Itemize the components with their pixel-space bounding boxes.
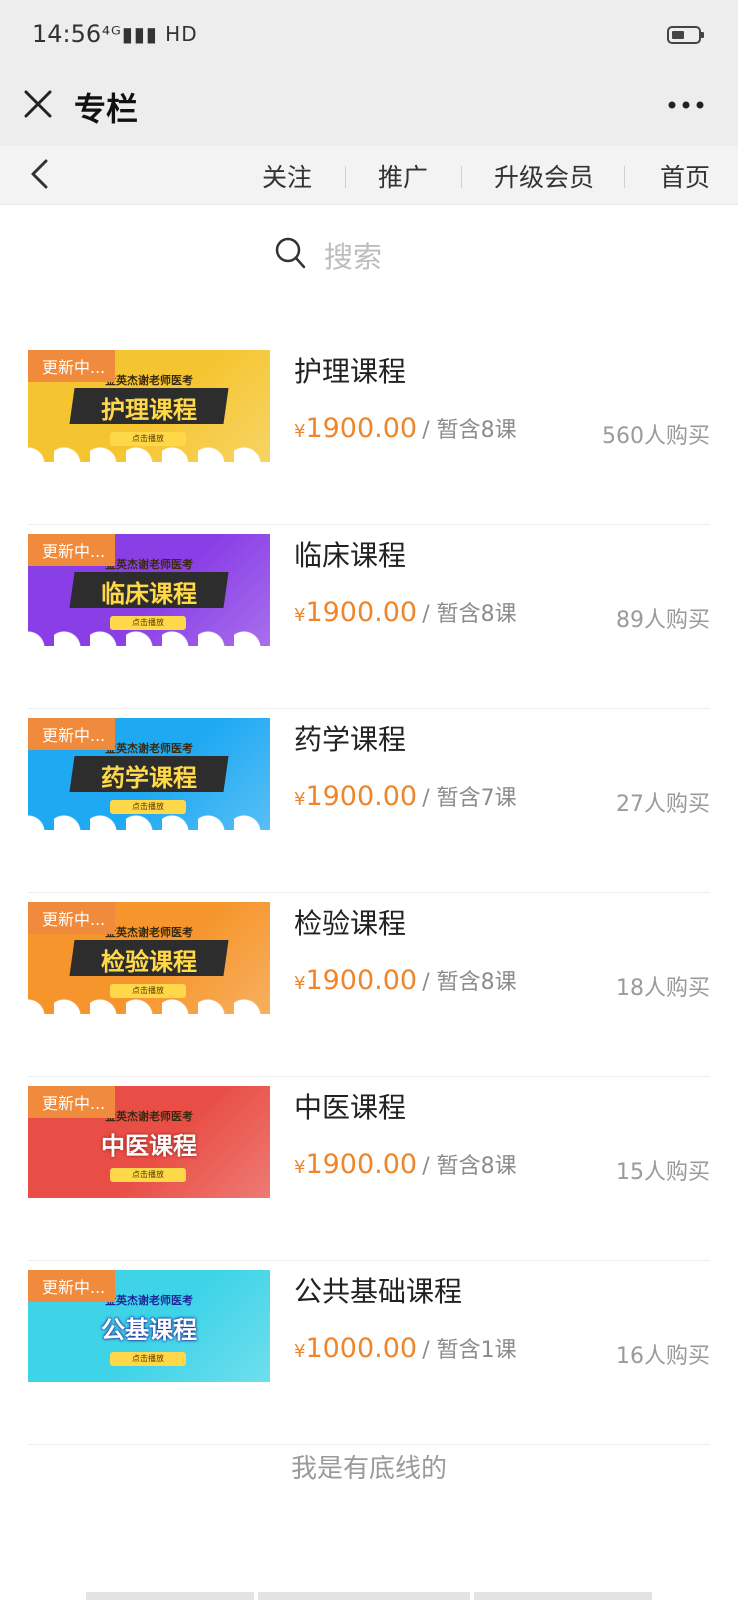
close-icon[interactable] — [22, 88, 54, 120]
buyer-count: 18人购买 — [616, 976, 710, 1001]
thumbnail-title: 公基课程 — [101, 1315, 197, 1344]
buyer-count: 27人购买 — [616, 792, 710, 817]
thumbnail-play-label: 点击播放 — [110, 432, 186, 446]
price-value: 1900.00 — [305, 965, 418, 996]
course-thumbnail: 更新中... 金英杰谢老师医考 护理课程 点击播放 — [28, 350, 270, 462]
thumbnail-play-label: 点击播放 — [110, 800, 186, 814]
search-placeholder: 搜索 — [324, 240, 383, 274]
course-thumbnail: 更新中... 金英杰谢老师医考 中医课程 点击播放 — [28, 1086, 270, 1198]
buyer-count: 560人购买 — [602, 424, 710, 449]
price-value: 1000.00 — [305, 1333, 418, 1364]
updating-tag: 更新中... — [28, 534, 116, 566]
price-currency: ¥ — [294, 973, 306, 994]
course-thumbnail: 更新中... 金英杰谢老师医考 临床课程 点击播放 — [28, 534, 270, 646]
lesson-count: / 暂含8课 — [422, 602, 517, 627]
search-icon — [275, 237, 306, 269]
thumbnail-title: 药学课程 — [101, 763, 197, 792]
price-line: ¥1000.00 / 暂含1课 — [294, 1332, 517, 1364]
lesson-count: / 暂含8课 — [422, 1154, 517, 1179]
nav-follow[interactable]: 关注 — [262, 158, 312, 194]
course-name: 公共基础课程 — [294, 1275, 463, 1308]
price-value: 1900.00 — [305, 1149, 418, 1180]
updating-tag: 更新中... — [28, 1086, 116, 1118]
nav-divider — [461, 166, 462, 188]
course-item[interactable]: 更新中... 金英杰谢老师医考 公基课程 点击播放 公共基础课程 ¥1000.0… — [28, 1260, 710, 1445]
updating-tag: 更新中... — [28, 350, 116, 382]
nav-bar: 关注 推广 升级会员 首页 — [0, 146, 738, 205]
course-thumbnail: 更新中... 金英杰谢老师医考 检验课程 点击播放 — [28, 902, 270, 1014]
thumbnail-title: 中医课程 — [101, 1131, 197, 1160]
price-line: ¥1900.00 / 暂含8课 — [294, 964, 517, 996]
status-bar: 14:56 ⁴ᴳ▮▮▮ HD — [0, 0, 738, 72]
course-thumbnail: 更新中... 金英杰谢老师医考 药学课程 点击播放 — [28, 718, 270, 830]
nav-home[interactable]: 首页 — [660, 158, 710, 194]
lesson-count: / 暂含7课 — [422, 786, 517, 811]
course-name: 检验课程 — [294, 907, 407, 940]
price-value: 1900.00 — [305, 781, 418, 812]
price-line: ¥1900.00 / 暂含8课 — [294, 1148, 517, 1180]
price-currency: ¥ — [294, 421, 306, 442]
course-item[interactable]: 更新中... 金英杰谢老师医考 临床课程 点击播放 临床课程 ¥1900.00 … — [28, 524, 710, 709]
bottom-toolbar-edge — [86, 1592, 652, 1600]
lesson-count: / 暂含8课 — [422, 970, 517, 995]
network-indicator: ⁴ᴳ▮▮▮ HD — [102, 22, 198, 46]
course-name: 中医课程 — [294, 1091, 407, 1124]
updating-tag: 更新中... — [28, 718, 116, 750]
price-value: 1900.00 — [305, 413, 418, 444]
price-currency: ¥ — [294, 1341, 306, 1362]
course-name: 临床课程 — [294, 539, 407, 572]
buyer-count: 89人购买 — [616, 608, 710, 633]
nav-upgrade-member[interactable]: 升级会员 — [494, 158, 594, 194]
course-item[interactable]: 更新中... 金英杰谢老师医考 护理课程 点击播放 护理课程 ¥1900.00 … — [28, 340, 710, 525]
price-currency: ¥ — [294, 1157, 306, 1178]
end-of-list-note: 我是有底线的 — [290, 1454, 447, 1484]
updating-tag: 更新中... — [28, 1270, 116, 1302]
price-value: 1900.00 — [305, 597, 418, 628]
price-line: ¥1900.00 / 暂含7课 — [294, 780, 517, 812]
thumbnail-play-label: 点击播放 — [110, 1168, 186, 1182]
buyer-count: 16人购买 — [616, 1344, 710, 1369]
thumbnail-title: 检验课程 — [101, 947, 197, 976]
title-bar: 专栏 — [0, 72, 738, 146]
price-currency: ¥ — [294, 605, 306, 626]
buyer-count: 15人购买 — [616, 1160, 710, 1185]
more-icon[interactable] — [668, 100, 704, 110]
battery-icon — [667, 26, 704, 44]
nav-divider — [624, 166, 625, 188]
nav-divider — [345, 166, 346, 188]
course-name: 药学课程 — [294, 723, 407, 756]
thumbnail-play-label: 点击播放 — [110, 1352, 186, 1366]
nav-promote[interactable]: 推广 — [378, 158, 428, 194]
price-line: ¥1900.00 / 暂含8课 — [294, 412, 517, 444]
course-item[interactable]: 更新中... 金英杰谢老师医考 中医课程 点击播放 中医课程 ¥1900.00 … — [28, 1076, 710, 1261]
thumbnail-play-label: 点击播放 — [110, 984, 186, 998]
lesson-count: / 暂含8课 — [422, 418, 517, 443]
course-name: 护理课程 — [294, 355, 407, 388]
page-title: 专栏 — [74, 90, 139, 128]
thumbnail-play-label: 点击播放 — [110, 616, 186, 630]
course-item[interactable]: 更新中... 金英杰谢老师医考 检验课程 点击播放 检验课程 ¥1900.00 … — [28, 892, 710, 1077]
updating-tag: 更新中... — [28, 902, 116, 934]
lesson-count: / 暂含1课 — [422, 1338, 517, 1363]
status-time: 14:56 — [32, 20, 102, 48]
thumbnail-title: 护理课程 — [101, 395, 197, 424]
back-icon[interactable] — [28, 158, 50, 190]
course-item[interactable]: 更新中... 金英杰谢老师医考 药学课程 点击播放 药学课程 ¥1900.00 … — [28, 708, 710, 893]
price-currency: ¥ — [294, 789, 306, 810]
thumbnail-title: 临床课程 — [101, 579, 197, 608]
price-line: ¥1900.00 / 暂含8课 — [294, 596, 517, 628]
course-thumbnail: 更新中... 金英杰谢老师医考 公基课程 点击播放 — [28, 1270, 270, 1382]
